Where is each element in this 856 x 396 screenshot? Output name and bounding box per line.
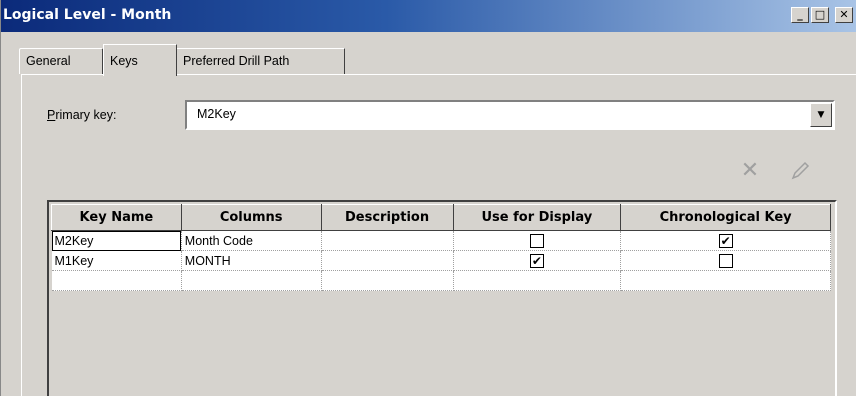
cell-columns[interactable]: Month Code: [181, 230, 322, 251]
cell-key-name[interactable]: M2Key: [51, 230, 182, 251]
cell-key-name[interactable]: M1Key: [51, 250, 182, 271]
cell-columns[interactable]: MONTH: [181, 250, 322, 271]
tab-preferred-drill-path[interactable]: Preferred Drill Path: [177, 48, 345, 74]
minimize-button[interactable]: _: [791, 7, 809, 23]
window-title: Logical Level - Month: [3, 7, 172, 23]
header-chronological-key[interactable]: Chronological Key: [620, 204, 831, 231]
cell-description[interactable]: [321, 250, 454, 271]
header-description[interactable]: Description: [320, 204, 454, 231]
chronological-key-checkbox[interactable]: [718, 253, 733, 268]
chevron-down-icon[interactable]: ▼: [810, 103, 832, 127]
primary-key-value: M2Key: [197, 107, 236, 121]
keys-table-container: Key Name Columns Description Use for Dis…: [47, 200, 837, 396]
table-row[interactable]: M2Key Month Code ✔: [51, 230, 831, 251]
title-bar: Logical Level - Month _ □ ✕: [1, 0, 856, 32]
tab-general[interactable]: General: [19, 48, 103, 74]
tab-keys[interactable]: Keys: [103, 44, 177, 76]
primary-key-label: Primary key:: [47, 108, 117, 122]
edit-icon[interactable]: [785, 156, 815, 186]
header-use-for-display[interactable]: Use for Display: [452, 204, 622, 231]
use-for-display-checkbox[interactable]: [529, 233, 544, 248]
table-row[interactable]: M1Key MONTH ✔: [51, 250, 831, 271]
maximize-button[interactable]: □: [811, 7, 829, 23]
keys-table: Key Name Columns Description Use for Dis…: [51, 204, 831, 291]
delete-icon[interactable]: ✕: [735, 156, 765, 186]
cell-description[interactable]: [321, 230, 454, 251]
header-columns[interactable]: Columns: [180, 204, 322, 231]
close-button[interactable]: ✕: [835, 7, 853, 23]
dialog-window: Logical Level - Month _ □ ✕ General Keys…: [0, 0, 856, 396]
primary-key-select[interactable]: M2Key ▼: [185, 100, 835, 130]
table-row-empty[interactable]: [51, 270, 831, 291]
chronological-key-checkbox[interactable]: ✔: [718, 233, 733, 248]
header-key-name[interactable]: Key Name: [51, 204, 182, 231]
use-for-display-checkbox[interactable]: ✔: [529, 253, 544, 268]
